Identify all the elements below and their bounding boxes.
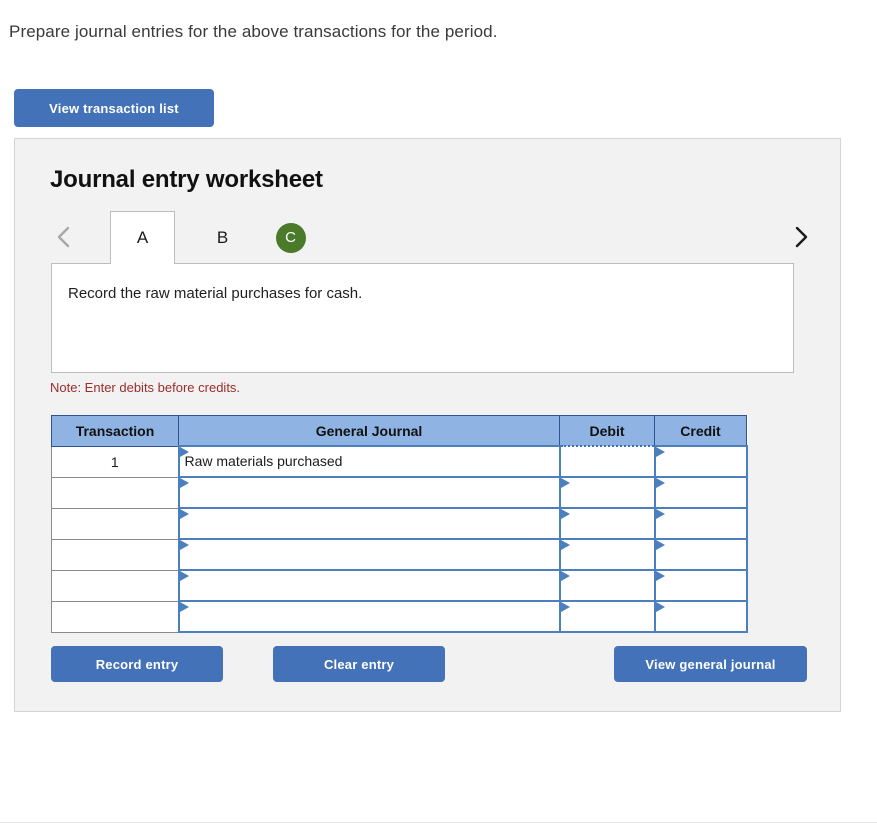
- general-journal-cell-3[interactable]: [177, 507, 561, 540]
- table-row: [51, 538, 748, 571]
- general-journal-value-1: Raw materials purchased: [184, 453, 343, 469]
- clear-entry-button[interactable]: Clear entry: [273, 646, 445, 682]
- cell-marker-triangle-icon: [179, 509, 189, 519]
- tab-c-badge: C: [275, 222, 306, 253]
- credit-cell-2[interactable]: [653, 476, 748, 509]
- table-row: [51, 600, 748, 633]
- debits-before-credits-note: Note: Enter debits before credits.: [50, 380, 241, 395]
- cell-marker-triangle-icon: [655, 571, 665, 581]
- transaction-number-cell-6[interactable]: [51, 600, 179, 633]
- transaction-description-box: Record the raw material purchases for ca…: [51, 263, 794, 373]
- cell-marker-triangle-icon: [560, 478, 570, 488]
- column-header-debit: Debit: [559, 415, 655, 447]
- view-transaction-list-button[interactable]: View transaction list: [14, 89, 214, 127]
- credit-cell-6[interactable]: [653, 600, 748, 633]
- view-general-journal-button[interactable]: View general journal: [614, 646, 807, 682]
- debit-cell-3[interactable]: [558, 507, 656, 540]
- table-row: 1 Raw materials purchased: [51, 445, 748, 478]
- journal-entry-worksheet-panel: Journal entry worksheet A B C Record the…: [14, 138, 841, 712]
- tab-b[interactable]: B: [190, 211, 255, 264]
- debit-cell-1[interactable]: [558, 445, 656, 478]
- prev-tab-button[interactable]: [46, 216, 82, 258]
- debit-cell-4[interactable]: [558, 538, 656, 571]
- credit-cell-5[interactable]: [653, 569, 748, 602]
- transaction-number-cell-5[interactable]: [51, 569, 179, 602]
- transaction-number-cell-2[interactable]: [51, 476, 179, 509]
- cell-marker-triangle-icon: [655, 447, 665, 457]
- cell-marker-triangle-icon: [560, 571, 570, 581]
- tab-a[interactable]: A: [110, 211, 175, 264]
- tab-b-label: B: [216, 227, 229, 247]
- tab-a-label: A: [136, 228, 149, 247]
- credit-cell-4[interactable]: [653, 538, 748, 571]
- transaction-description-text: Record the raw material purchases for ca…: [68, 285, 363, 302]
- worksheet-tabstrip: A B C: [15, 211, 842, 264]
- cell-marker-triangle-icon: [560, 509, 570, 519]
- transaction-number-cell-4[interactable]: [51, 538, 179, 571]
- general-journal-cell-4[interactable]: [177, 538, 561, 571]
- general-journal-cell-1[interactable]: Raw materials purchased: [177, 445, 561, 478]
- chevron-left-icon: [54, 223, 74, 251]
- debit-cell-5[interactable]: [558, 569, 656, 602]
- credit-cell-1[interactable]: [653, 445, 748, 478]
- cell-marker-triangle-icon: [560, 602, 570, 612]
- credit-cell-3[interactable]: [653, 507, 748, 540]
- column-header-general-journal: General Journal: [178, 415, 560, 447]
- cell-marker-triangle-icon: [655, 540, 665, 550]
- transaction-number-cell-3[interactable]: [51, 507, 179, 540]
- page-bottom-divider: [0, 822, 877, 823]
- panel-title: Journal entry worksheet: [50, 166, 323, 193]
- general-journal-cell-2[interactable]: [177, 476, 561, 509]
- general-journal-cell-5[interactable]: [177, 569, 561, 602]
- cell-marker-triangle-icon: [560, 540, 570, 550]
- cell-marker-triangle-icon: [179, 478, 189, 488]
- column-header-credit: Credit: [654, 415, 747, 447]
- table-header-row: Transaction General Journal Debit Credit: [51, 415, 747, 447]
- next-tab-button[interactable]: [783, 216, 819, 258]
- page-instruction: Prepare journal entries for the above tr…: [9, 22, 498, 41]
- cell-marker-triangle-icon: [655, 509, 665, 519]
- cell-marker-triangle-icon: [655, 478, 665, 488]
- cell-marker-triangle-icon: [179, 571, 189, 581]
- transaction-number-cell-1[interactable]: 1: [51, 445, 179, 478]
- debit-cell-6[interactable]: [558, 600, 656, 633]
- general-journal-cell-6[interactable]: [177, 600, 561, 633]
- column-header-transaction: Transaction: [51, 415, 179, 447]
- table-row: [51, 507, 748, 540]
- debit-cell-2[interactable]: [558, 476, 656, 509]
- cell-marker-triangle-icon: [179, 602, 189, 612]
- cell-marker-triangle-icon: [179, 540, 189, 550]
- tab-c-label: C: [285, 229, 296, 246]
- tab-c[interactable]: C: [258, 211, 323, 264]
- table-row: [51, 476, 748, 509]
- table-row: [51, 569, 748, 602]
- journal-entry-table: Transaction General Journal Debit Credit…: [51, 415, 748, 633]
- record-entry-button[interactable]: Record entry: [51, 646, 223, 682]
- chevron-right-icon: [791, 223, 811, 251]
- cell-marker-triangle-icon: [655, 602, 665, 612]
